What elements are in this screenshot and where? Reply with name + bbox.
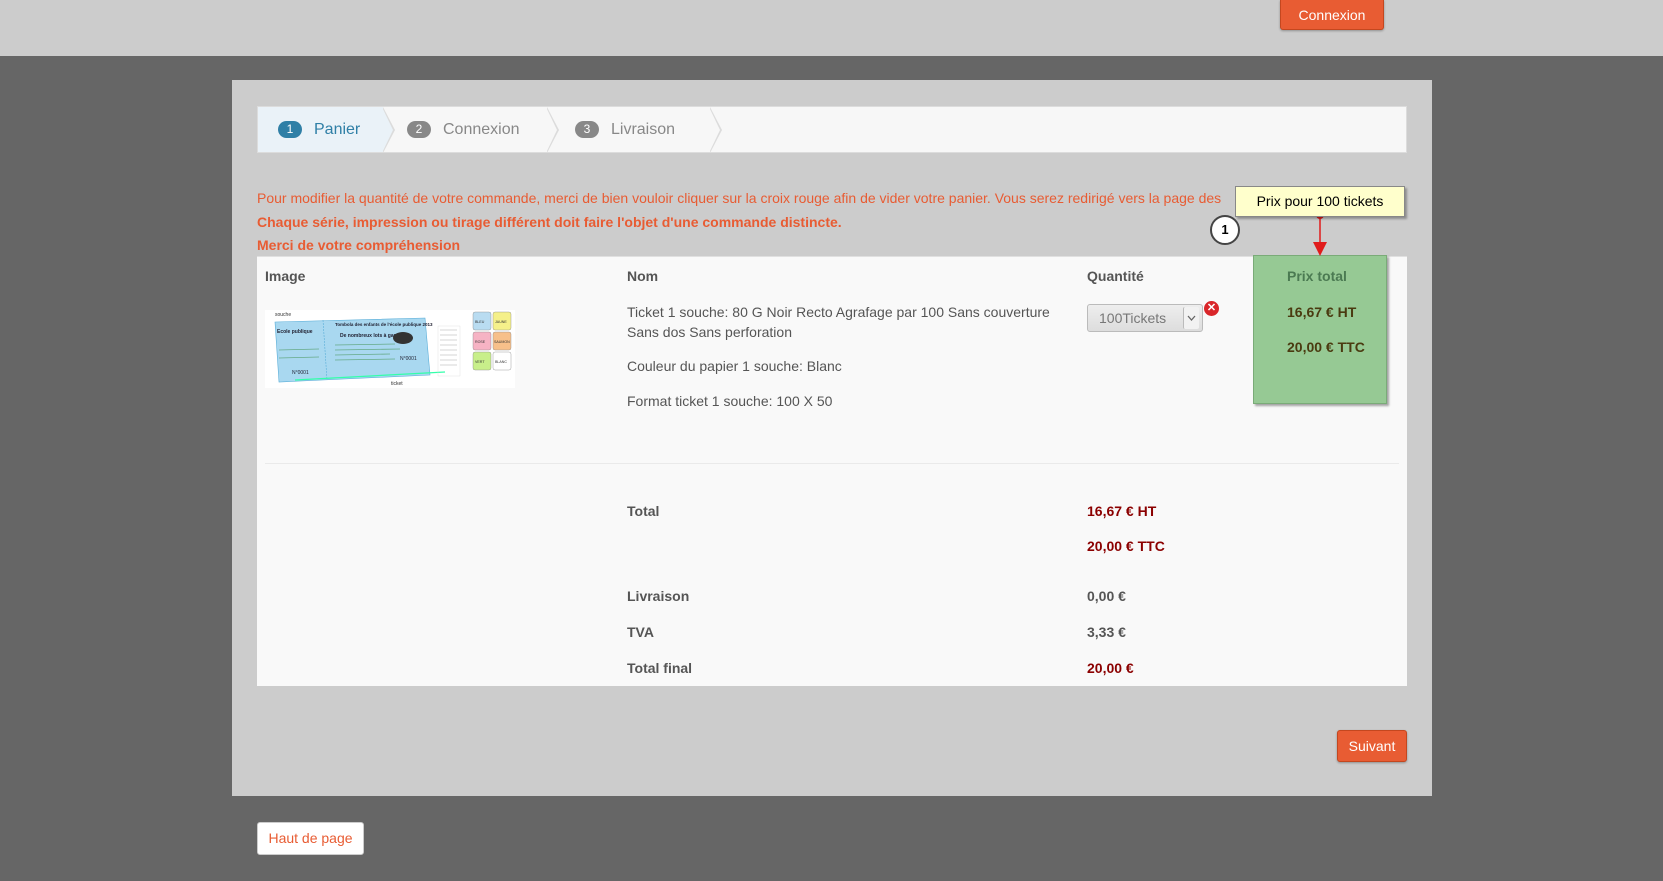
step-separator (709, 107, 720, 152)
step-label: Livraison (611, 120, 676, 138)
quantity-value: 100Tickets (1099, 310, 1167, 326)
product-format: Format ticket 1 souche: 100 X 50 (627, 393, 833, 409)
header-name: Nom (627, 268, 659, 284)
checkout-steps: 1 Panier 2 Connexion 3 Livraison (257, 106, 1407, 153)
step-separator (546, 107, 557, 152)
thumb-school: Ecole publique (277, 329, 313, 335)
ticket-image: souche Tombola des enfants de l'école pu… (265, 310, 515, 388)
cart-table: Image Nom Quantité souche Tombola des en… (257, 256, 1407, 686)
step-login[interactable]: 2 Connexion (395, 107, 545, 152)
product-paper-color: Couleur du papier 1 souche: Blanc (627, 358, 842, 374)
total-label: Total (627, 503, 660, 519)
step-number: 2 (407, 121, 431, 138)
back-to-top-button[interactable]: Haut de page (257, 822, 364, 855)
final-total-label: Total final (627, 660, 693, 676)
annotation-callout: 1 (1210, 215, 1240, 245)
thumb-color: BLANC (495, 360, 507, 364)
product-line: Ticket 1 souche: 80 G Noir Recto Agrafag… (627, 304, 1050, 320)
notice-modify-quantity: Pour modifier la quantité de votre comma… (257, 190, 1222, 206)
remove-item-icon[interactable]: ✕ (1204, 301, 1219, 316)
header-total-price: Prix total (1287, 268, 1347, 284)
step-number: 1 (278, 121, 302, 138)
total-price-box: Prix total 16,67 € HT 20,00 € TTC (1253, 255, 1387, 404)
total-ttc: 20,00 € TTC (1087, 538, 1165, 554)
total-ht: 16,67 € HT (1087, 503, 1157, 519)
delivery-value: 0,00 € (1087, 588, 1126, 604)
tva-label: TVA (627, 624, 654, 640)
header-quantity: Quantité (1087, 268, 1144, 284)
top-bar: Connexion (0, 0, 1663, 56)
login-button[interactable]: Connexion (1280, 0, 1384, 30)
step-number: 3 (575, 121, 599, 138)
item-price-ht: 16,67 € HT (1287, 304, 1357, 320)
notice-separate-orders: Chaque série, impression ou tirage diffé… (257, 214, 842, 230)
step-label: Connexion (443, 120, 520, 138)
step-cart[interactable]: 1 Panier (258, 107, 383, 152)
quantity-select[interactable]: 100Tickets (1087, 304, 1203, 332)
thumb-souche: souche (275, 312, 291, 318)
thumb-number: N°0001 (400, 356, 417, 362)
product-description: Ticket 1 souche: 80 G Noir Recto Agrafag… (627, 302, 1050, 342)
thumb-color: JAUNE (495, 320, 507, 324)
thumb-title: Tombola des enfants de l'école publique … (335, 322, 433, 327)
delivery-label: Livraison (627, 588, 690, 604)
step-label: Panier (314, 120, 361, 138)
thumb-number: N°0001 (292, 370, 309, 376)
item-price-ttc: 20,00 € TTC (1287, 339, 1365, 355)
thumb-color: SAUMON (494, 340, 510, 344)
tva-value: 3,33 € (1087, 624, 1126, 640)
notice-thanks: Merci de votre compréhension (257, 237, 461, 253)
row-divider (265, 463, 1399, 464)
chevron-down-icon[interactable] (1183, 307, 1199, 329)
thumb-color: BLEU (475, 320, 485, 324)
product-thumbnail: souche Tombola des enfants de l'école pu… (265, 310, 515, 388)
thumb-color: VERT (475, 360, 485, 364)
header-image: Image (265, 268, 306, 284)
next-button[interactable]: Suivant (1337, 730, 1407, 762)
final-total-value: 20,00 € (1087, 660, 1134, 676)
thumb-ticket: ticket (391, 381, 403, 387)
product-line: Sans dos Sans perforation (627, 324, 792, 340)
step-delivery[interactable]: 3 Livraison (559, 107, 709, 152)
annotation-arrow (1313, 211, 1327, 256)
step-separator (382, 107, 393, 152)
annotation-tooltip: Prix pour 100 tickets (1235, 186, 1405, 217)
thumb-color: ROSE (475, 340, 486, 344)
